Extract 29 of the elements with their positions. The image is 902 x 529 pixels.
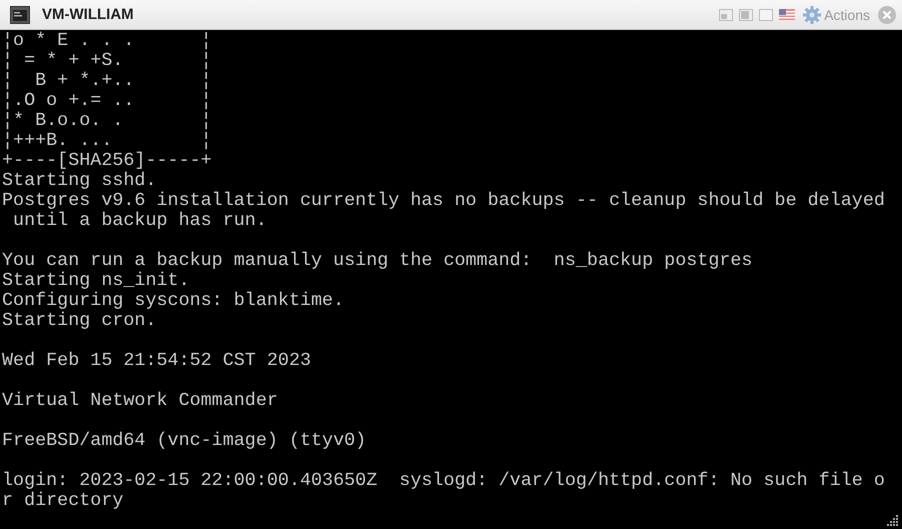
console-line: login: 2023-02-15 22:00:00.403650Z syslogd: /var/log/httpd.conf: No such file o	[1, 471, 886, 491]
console-line: ¦o * E . . . ¦	[1, 31, 213, 51]
console-line: Postgres v9.6 installation currently has no backups -- cleanup should be delayed	[1, 191, 886, 211]
actions-button[interactable]: Actions	[801, 6, 872, 24]
console-line: Wed Feb 15 21:54:52 CST 2023	[1, 351, 312, 371]
console-line: You can run a backup manually using the command: ns_backup postgres	[1, 251, 754, 271]
console-line: ¦* B.o.o. . ¦	[1, 111, 213, 131]
console-line: ¦ B + *.+.. ¦	[1, 71, 213, 91]
console-line: ¦.O o +.= .. ¦	[1, 91, 213, 111]
console-line: +----[SHA256]-----+	[1, 151, 213, 171]
console-line: until a backup has run.	[12, 211, 268, 231]
minimize-window-icon[interactable]	[739, 8, 754, 20]
console-line: Starting ns_init.	[1, 271, 191, 291]
flag-icon[interactable]	[779, 9, 796, 20]
console-line: ¦ = * + +S. ¦	[1, 51, 213, 71]
gear-icon	[803, 6, 822, 24]
close-icon[interactable]	[878, 6, 896, 24]
console-window-icon	[10, 6, 30, 24]
console-line: r directory	[1, 491, 124, 511]
window-title: VM-WILLIAM	[42, 6, 134, 23]
restore-window-icon[interactable]	[719, 8, 734, 20]
console-line: Starting sshd.	[1, 171, 158, 191]
console-line: Starting cron.	[1, 311, 158, 331]
resize-grip-icon[interactable]	[887, 514, 899, 526]
console-line: FreeBSD/amd64 (vnc-image) (ttyv0)	[1, 431, 368, 451]
console-line: Virtual Network Commander	[1, 391, 279, 411]
console-line: ¦+++B. ... ¦	[1, 131, 213, 151]
console-line: Configuring syscons: blanktime.	[1, 291, 346, 311]
maximize-window-icon[interactable]	[759, 8, 774, 20]
